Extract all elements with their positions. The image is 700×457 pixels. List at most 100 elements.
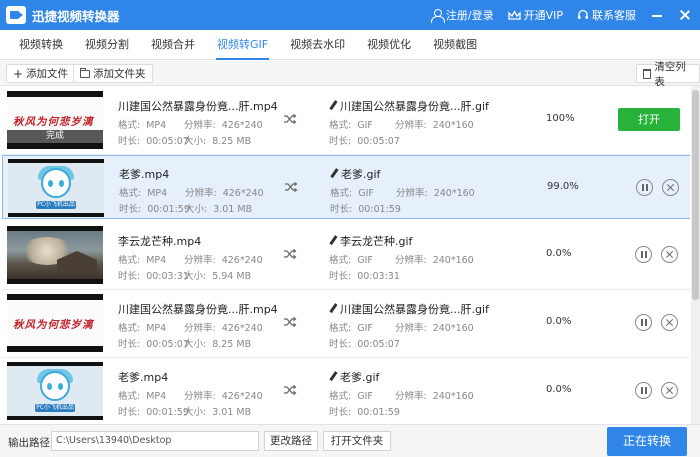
close-icon[interactable] [678,8,692,22]
source-resolution: 分辨率: 426*240 [185,188,264,199]
pause-button[interactable] [635,246,652,263]
source-size: 大小: 8.25 MB [184,136,252,147]
remove-button[interactable] [661,246,678,263]
source-duration: 时长: 00:01:59 [119,204,190,215]
remove-button[interactable] [661,314,678,331]
output-resolution: 分辨率: 240*160 [395,120,474,131]
source-format: 格式: MP4 [118,120,167,131]
scrollbar-thumb[interactable] [692,90,699,300]
source-format: 格式: MP4 [118,323,167,334]
source-filename: 老爹.mp4 [119,168,170,181]
output-resolution: 分辨率: 240*160 [396,188,475,199]
file-row[interactable]: 秋风为何悲岁漓 川建国公然暴露身份竟...肝.mp4 格式: MP4 分辨率: 42… [2,291,690,358]
source-size: 大小: 3.01 MB [185,204,253,215]
tab-video-optimize[interactable]: 视频优化 [356,30,422,60]
video-thumbnail [7,226,103,284]
remove-button[interactable] [661,382,678,399]
edit-icon[interactable] [330,169,339,178]
output-format: 格式: GIF [330,188,374,199]
tab-video-merge[interactable]: 视频合并 [140,30,206,60]
output-format: 格式: GIF [329,255,373,266]
folder-icon [80,67,90,78]
clear-list-button[interactable]: 清空列表 [636,61,700,88]
tab-video-to-gif[interactable]: 视频转GIF [206,30,279,60]
output-path-field[interactable]: C:\Users\13940\Desktop [51,431,259,451]
status-badge: 完成 [7,130,103,143]
toolbar: + 添加文件 添加文件夹 清空列表 [0,61,700,88]
add-folder-button[interactable]: 添加文件夹 [73,64,153,83]
file-row[interactable]: 李云龙芒种.mp4 格式: MP4 分辨率: 426*240 时长: 00:03:31… [2,223,690,290]
edit-icon[interactable] [329,372,338,381]
list-scrollbar[interactable] [691,86,700,424]
progress-percent: 0.0% [546,316,572,327]
source-format: 格式: MP4 [118,255,167,266]
edit-icon[interactable] [329,304,338,313]
edit-icon[interactable] [329,101,338,110]
service-button[interactable]: 联系客服 [577,7,636,23]
output-filename[interactable]: 李云龙芒种.gif [329,233,412,249]
source-filename: 李云龙芒种.mp4 [118,235,202,248]
add-file-button[interactable]: + 添加文件 [6,64,76,83]
file-row-selected[interactable]: PC小飞机出品 老爹.mp4 格式: MP4 分辨率: 426*240 时长: 00:… [2,155,690,219]
output-resolution: 分辨率: 240*160 [395,391,474,402]
tab-video-screenshot[interactable]: 视频截图 [422,30,488,60]
headset-icon [578,9,588,19]
change-path-button[interactable]: 更改路径 [264,431,318,451]
progress-percent: 100% [546,113,575,124]
output-duration: 时长: 00:01:59 [329,407,400,418]
pause-button[interactable] [635,314,652,331]
crown-icon [507,9,521,20]
source-filename: 川建国公然暴露身份竟...肝.mp4 [118,100,278,113]
row-divider [2,357,690,358]
video-thumbnail: 秋风为何悲岁漓 [7,294,103,352]
bottom-bar: 输出路径: C:\Users\13940\Desktop 更改路径 打开文件夹 … [0,424,700,457]
source-resolution: 分辨率: 426*240 [184,323,263,334]
output-format: 格式: GIF [329,391,373,402]
output-filename[interactable]: 老爹.gif [330,166,380,182]
source-duration: 时长: 00:01:59 [118,407,189,418]
output-filename[interactable]: 川建国公然暴露身份竟...肝.gif [329,98,489,114]
output-path-label: 输出路径: [8,437,54,449]
output-filename[interactable]: 老爹.gif [329,369,379,385]
source-size: 大小: 8.25 MB [184,339,252,350]
source-duration: 时长: 00:05:07 [118,136,189,147]
remove-button[interactable] [662,179,679,196]
source-format: 格式: MP4 [118,391,167,402]
tab-video-convert[interactable]: 视频转换 [8,30,74,60]
source-format: 格式: MP4 [119,188,168,199]
plus-icon: + [13,66,24,81]
convert-button[interactable]: 正在转换 [607,427,687,456]
minimize-icon[interactable] [650,8,664,22]
open-button[interactable]: 打开 [618,108,680,131]
pause-button[interactable] [636,179,653,196]
source-size: 大小: 3.01 MB [184,407,252,418]
source-filename: 老爹.mp4 [118,371,169,384]
source-resolution: 分辨率: 426*240 [184,255,263,266]
progress-percent: 99.0% [547,181,579,192]
row-divider [2,289,690,290]
trash-icon [643,68,652,79]
file-list: 秋风为何悲岁漓 完成 川建国公然暴露身份竟...肝.mp4 格式: MP4 分辨率… [0,86,690,424]
thumbnail-text: PC小飞机出品 [35,404,75,412]
output-format: 格式: GIF [329,120,373,131]
pause-button[interactable] [635,382,652,399]
convert-arrow-icon [284,385,297,395]
edit-icon[interactable] [329,236,338,245]
tab-video-split[interactable]: 视频分割 [74,30,140,60]
vip-button[interactable]: 开通VIP [507,7,563,23]
thumbnail-text: 秋风为何悲岁漓 [13,116,94,128]
output-filename[interactable]: 川建国公然暴露身份竟...肝.gif [329,301,489,317]
convert-arrow-icon [284,249,297,259]
login-button[interactable]: 注册/登录 [430,7,494,23]
progress-percent: 0.0% [546,248,572,259]
file-row[interactable]: 秋风为何悲岁漓 完成 川建国公然暴露身份竟...肝.mp4 格式: MP4 分辨率… [2,88,690,155]
source-filename: 川建国公然暴露身份竟...肝.mp4 [118,303,278,316]
source-resolution: 分辨率: 426*240 [184,391,263,402]
title-actions: 注册/登录 开通VIP 联系客服 [430,0,692,30]
file-row[interactable]: PC小飞机出品 老爹.mp4 格式: MP4 分辨率: 426*240 时长: 00:… [2,359,690,423]
function-tabs: 视频转换 视频分割 视频合并 视频转GIF 视频去水印 视频优化 视频截图 [0,30,700,60]
tab-remove-watermark[interactable]: 视频去水印 [279,30,356,60]
open-folder-button[interactable]: 打开文件夹 [323,431,391,451]
thumbnail-text: 秋风为何悲岁漓 [13,319,94,331]
source-duration: 时长: 00:05:07 [118,339,189,350]
